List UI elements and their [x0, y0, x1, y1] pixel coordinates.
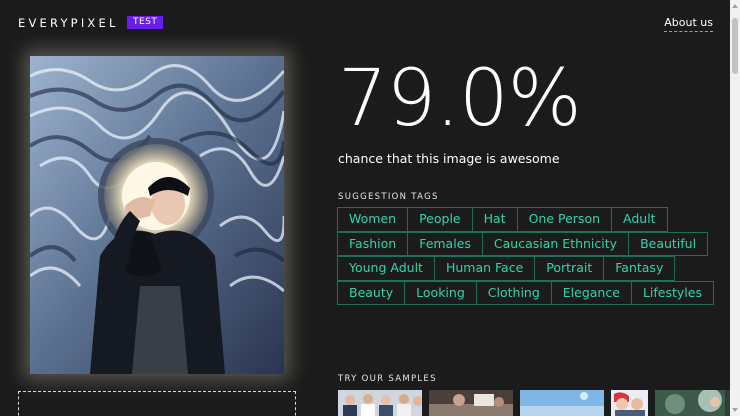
tag-elegance[interactable]: Elegance — [550, 280, 632, 305]
tag-hat[interactable]: Hat — [471, 207, 518, 232]
tag-clothing[interactable]: Clothing — [475, 280, 552, 305]
suggestion-tags-title: SUGGESTION TAGS — [338, 192, 439, 202]
everypixel-logo[interactable]: EVERYPIXEL — [18, 16, 119, 30]
scrollbar[interactable] — [730, 0, 740, 416]
samples-title: TRY OUR SAMPLES — [338, 374, 437, 384]
tag-beauty[interactable]: Beauty — [337, 280, 406, 305]
tag-females[interactable]: Females — [407, 231, 483, 256]
sample-thumbnail[interactable] — [429, 390, 513, 416]
sample-list — [338, 390, 730, 416]
top-bar: EVERYPIXEL TEST About us — [0, 0, 730, 44]
tag-women[interactable]: Women — [337, 207, 409, 232]
scrollbar-thumb[interactable] — [732, 18, 738, 74]
tag-human-face[interactable]: Human Face — [433, 256, 536, 281]
tag-fashion[interactable]: Fashion — [337, 231, 409, 256]
about-us-link[interactable]: About us — [664, 16, 713, 32]
tag-caucasian-ethnicity[interactable]: Caucasian Ethnicity — [481, 231, 630, 256]
scroll-down-icon[interactable] — [732, 408, 738, 412]
test-badge: TEST — [127, 16, 164, 29]
awesome-score: 79.0% — [338, 54, 582, 144]
sample-thumbnail[interactable] — [655, 390, 730, 416]
tag-list: Women People Hat One Person Adult Fashion Fema… — [337, 207, 714, 305]
tag-lifestyles[interactable]: Lifestyles — [630, 280, 714, 305]
tag-one-person[interactable]: One Person — [516, 207, 613, 232]
tag-looking[interactable]: Looking — [404, 280, 477, 305]
tag-people[interactable]: People — [407, 207, 473, 232]
tag-fantasy[interactable]: Fantasy — [603, 256, 676, 281]
analyzed-photo — [30, 56, 284, 374]
sample-thumbnail[interactable] — [611, 390, 648, 416]
sample-thumbnail[interactable] — [338, 390, 422, 416]
tag-young-adult[interactable]: Young Adult — [337, 256, 435, 281]
sample-thumbnail[interactable] — [520, 390, 604, 416]
tag-adult[interactable]: Adult — [611, 207, 668, 232]
score-description: chance that this image is awesome — [338, 151, 560, 166]
scroll-up-icon[interactable] — [732, 4, 738, 8]
tag-beautiful[interactable]: Beautiful — [628, 231, 709, 256]
upload-dropzone[interactable] — [18, 391, 296, 416]
tag-portrait[interactable]: Portrait — [534, 256, 605, 281]
